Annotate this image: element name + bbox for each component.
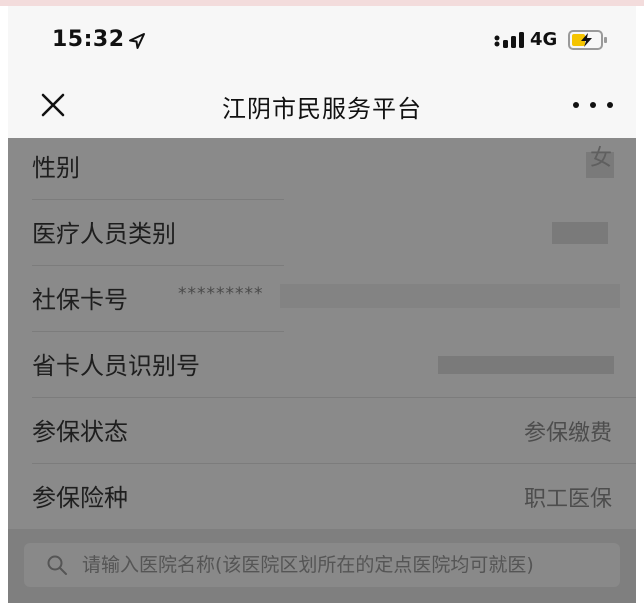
info-row-provincial-id: 省卡人员识别号 xyxy=(8,332,636,398)
network-type: 4G xyxy=(530,29,558,50)
social-security-card-blur xyxy=(280,284,620,308)
medical-category-label: 医疗人员类别 xyxy=(32,220,176,248)
location-arrow-icon xyxy=(129,33,145,49)
hospital-search-area xyxy=(8,529,636,603)
status-bar: 15:32 4G xyxy=(8,6,636,72)
status-time: 15:32 xyxy=(52,27,125,52)
hospital-search-box[interactable] xyxy=(24,543,620,587)
insurance-type-label: 参保险种 xyxy=(32,484,128,512)
info-row-insurance-type: 参保险种 职工医保 xyxy=(8,464,636,530)
search-icon xyxy=(47,555,67,575)
provincial-id-label: 省卡人员识别号 xyxy=(32,352,200,380)
more-menu-button[interactable] xyxy=(573,94,613,116)
insurance-type-value: 职工医保 xyxy=(523,487,612,512)
more-dot-icon xyxy=(573,102,579,108)
insurance-info-list: 性别 女 医疗人员类别 社保卡号 ********* 省卡人员识别号 参保状态 … xyxy=(8,138,636,603)
social-security-card-masked: ********* xyxy=(178,284,264,304)
cellular-signal-icon xyxy=(494,32,524,48)
more-dot-icon xyxy=(590,102,596,108)
insurance-status-label: 参保状态 xyxy=(32,418,128,446)
insurance-status-value: 参保缴费 xyxy=(523,421,612,446)
gender-value: 女 xyxy=(589,146,612,171)
close-button[interactable] xyxy=(36,88,70,122)
social-security-card-label: 社保卡号 xyxy=(32,286,128,314)
medical-category-value-blur xyxy=(552,222,608,244)
phone-screen: 15:32 4G 江阴市民服务平台 性别 女 医疗人员类别 社保卡号 *****… xyxy=(0,0,644,603)
info-row-insurance-status: 参保状态 参保缴费 xyxy=(8,398,636,464)
info-row-medical-category: 医疗人员类别 xyxy=(8,200,636,266)
info-row-social-security-card: 社保卡号 ********* xyxy=(8,266,636,332)
navigation-bar: 江阴市民服务平台 xyxy=(8,72,636,138)
page-title: 江阴市民服务平台 xyxy=(222,95,422,123)
hospital-search-input[interactable] xyxy=(82,547,610,583)
battery-charging-icon xyxy=(568,30,607,50)
close-icon xyxy=(41,93,65,117)
provincial-id-value-blur xyxy=(438,356,614,374)
info-row-gender: 性别 女 xyxy=(8,134,636,200)
more-dot-icon xyxy=(607,102,613,108)
gender-label: 性别 xyxy=(32,154,80,182)
